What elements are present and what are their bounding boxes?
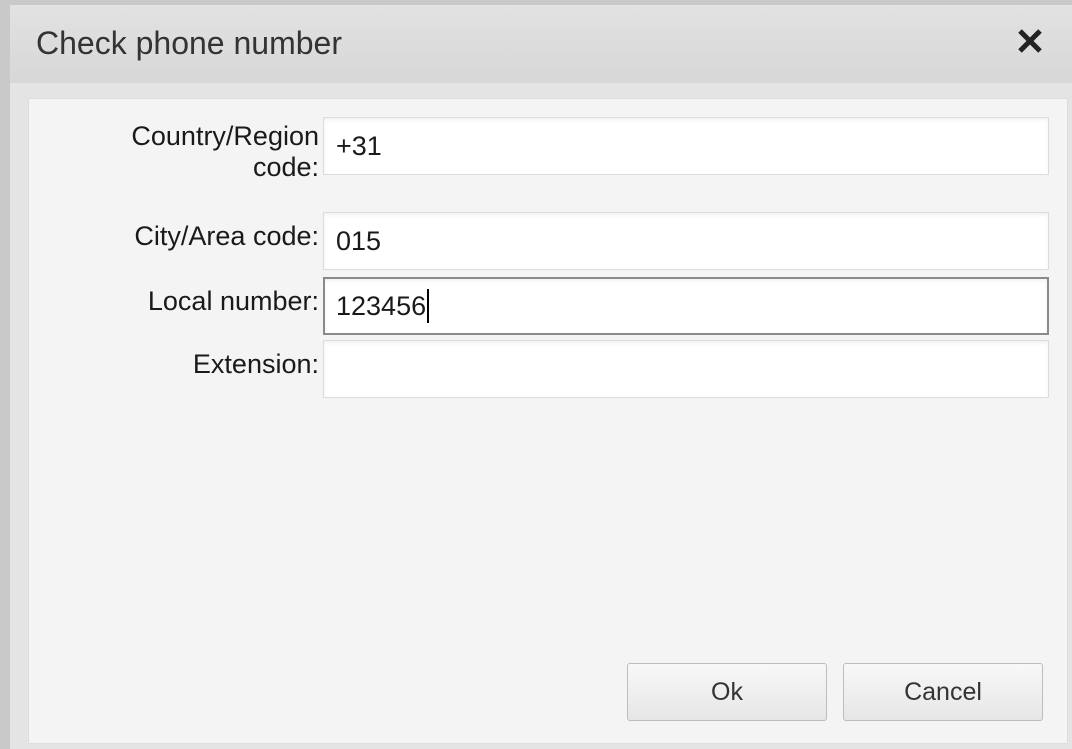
country-code-value: +31: [336, 131, 382, 161]
close-icon: [1018, 29, 1042, 53]
local-number-label: Local number:: [147, 286, 319, 316]
country-code-field[interactable]: +31: [323, 117, 1049, 175]
city-code-label: City/Area code:: [134, 221, 319, 251]
dialog-titlebar[interactable]: Check phone number: [10, 5, 1072, 83]
extension-label: Extension:: [192, 349, 319, 379]
city-code-field[interactable]: 015: [323, 212, 1049, 270]
text-caret: [427, 288, 430, 323]
dialog-title: Check phone number: [36, 25, 342, 61]
country-code-label-line2: code:: [252, 152, 319, 182]
cancel-button[interactable]: Cancel: [843, 663, 1043, 721]
country-code-label-line1: Country/Region: [131, 121, 319, 151]
local-number-value: 123456: [336, 291, 427, 321]
ok-button[interactable]: Ok: [627, 663, 827, 721]
country-code-label: Country/Region code:: [29, 121, 319, 183]
local-number-field[interactable]: 123456: [323, 277, 1049, 335]
extension-field[interactable]: [323, 340, 1049, 398]
city-code-value: 015: [336, 226, 382, 256]
dialog-body: Country/Region code: +31 City/Area code:…: [28, 98, 1068, 744]
check-phone-dialog: Check phone number Country/Region code: …: [10, 5, 1072, 749]
close-button[interactable]: [1008, 19, 1052, 63]
